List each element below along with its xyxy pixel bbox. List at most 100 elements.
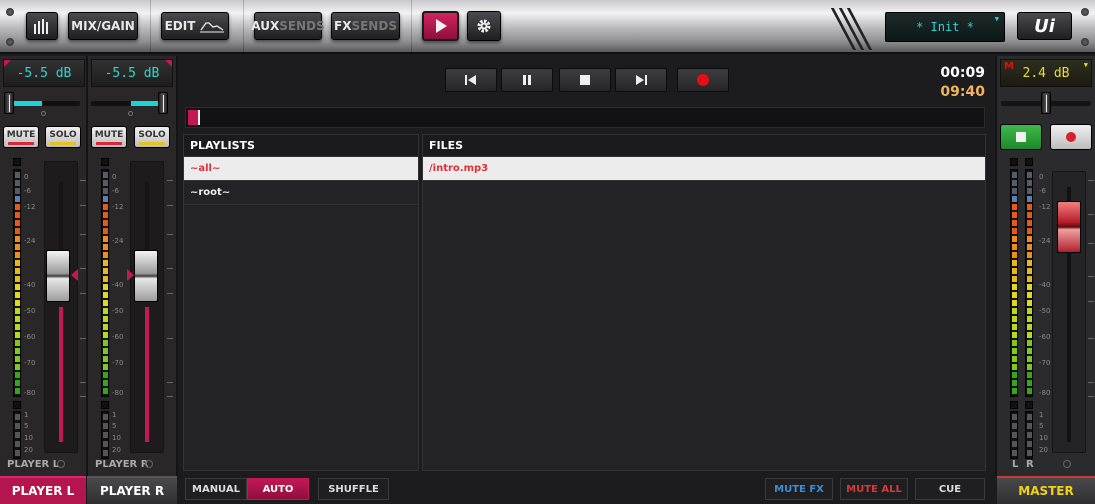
channel-level-display[interactable]: -5.5 dB [3,59,85,87]
meter-segment [1027,228,1032,234]
link-icon[interactable] [145,460,153,468]
scale-label: -6 [24,187,31,195]
balance-handle[interactable] [1041,92,1051,114]
meter-segment [1027,388,1032,394]
gr-segment [1027,441,1032,447]
scale-label: 0 [112,173,117,181]
fader-track [44,161,78,453]
channel-fader-handle[interactable] [134,250,158,302]
pause-button[interactable] [501,68,553,92]
meter-segment [1012,308,1017,314]
link-icon[interactable] [1063,460,1071,468]
master-level-display[interactable]: M 2.4 dB ▼ [1000,59,1092,87]
player-stop-button[interactable] [1000,124,1042,150]
meter-segment [103,268,108,274]
mute-indicator [96,141,122,145]
ui-logo-button[interactable]: Ui [1017,12,1072,40]
player-record-button[interactable] [1050,124,1092,150]
file-item[interactable]: /intro.mp3 [423,157,985,181]
scale-label: -6 [112,187,119,195]
mute-all-button[interactable]: MUTE ALL [840,478,908,500]
meter-segment [1027,220,1032,226]
channel-fader-handle[interactable] [46,250,70,302]
level-value: 2.4 dB [1022,65,1070,81]
meter-segment [103,172,108,178]
gr-segment [1012,423,1017,429]
pan-fill [131,101,159,106]
auto-mode-button[interactable]: AUTO [247,478,309,500]
gr-scale-label: 1 [24,411,29,419]
mute-button[interactable]: MUTE [91,126,127,148]
edit-button[interactable]: EDIT [161,12,229,40]
meter-divider [1025,401,1033,409]
cue-button[interactable]: CUE [915,478,985,500]
meter-segment [1027,372,1032,378]
meter-segment [15,364,20,370]
scale-label: -60 [1039,333,1051,341]
meter-segment [1012,332,1017,338]
mute-button[interactable]: MUTE [3,126,39,148]
preset-selector[interactable]: * Init * ▼ [885,12,1005,42]
shuffle-button[interactable]: SHUFFLE [318,478,389,500]
meter-segment [103,364,108,370]
meter-segment [103,220,108,226]
media-player-button[interactable] [422,11,459,41]
record-button[interactable] [677,68,729,92]
meter-segment [103,316,108,322]
solo-button[interactable]: SOLO [134,126,170,148]
pan-slider[interactable] [8,101,80,106]
clip-indicator-l [1010,158,1018,166]
next-track-button[interactable] [615,68,667,92]
preset-name: * Init * [916,20,974,34]
scale-label: -40 [24,281,36,289]
meter-segment [103,308,108,314]
meter-segment [103,380,108,386]
fx-sends-button[interactable]: FX SENDS [331,12,400,40]
solo-button[interactable]: SOLO [45,126,81,148]
manual-mode-button[interactable]: MANUAL [185,478,247,500]
meter-segment [1012,324,1017,330]
clip-indicator-r [1025,158,1033,166]
scale-label: -6 [1039,187,1046,195]
previous-track-button[interactable] [445,68,497,92]
mute-label: MUTE [6,129,36,140]
channel-level-display[interactable]: -5.5 dB [91,59,173,87]
pan-handle[interactable] [4,92,14,114]
pan-slider[interactable] [91,101,163,106]
meter-segment [1027,356,1032,362]
playlist-item[interactable]: ~root~ [184,181,418,205]
eq-curve-icon [200,22,225,33]
link-icon[interactable] [57,460,65,468]
meter-segment [15,308,20,314]
fader-tick [80,234,86,235]
meter-label-l: L [1012,459,1019,470]
scale-label: -24 [1039,237,1051,245]
aux-sends-button[interactable]: AUX SENDS [251,12,325,40]
pan-handle[interactable] [158,92,168,114]
scale-label: -70 [24,359,36,367]
mix-gain-button[interactable]: MIX/GAIN [68,12,138,40]
channel-tab-player-l[interactable]: PLAYER L [0,476,86,504]
meter-segment [1027,236,1032,242]
stop-button[interactable] [559,68,611,92]
meter-segment [1027,212,1032,218]
meter-segment [103,300,108,306]
channel-tab-master[interactable]: MASTER [997,476,1095,504]
channel-tab-player-r[interactable]: PLAYER R [87,476,177,504]
meter-segment [103,180,108,186]
playback-progress-bar[interactable] [185,107,985,128]
meters-view-button[interactable] [26,12,58,40]
mute-fx-button[interactable]: MUTE FX [765,478,833,500]
meter-segment [1027,292,1032,298]
meter-segment [1027,204,1032,210]
playlist-item[interactable]: ~all~ [184,157,418,181]
settings-button[interactable] [467,11,501,41]
gr-segment [15,450,20,456]
gr-segment [1012,441,1017,447]
meter-segment [1027,196,1032,202]
meter-segment [15,380,20,386]
screw [1081,38,1089,46]
master-fader-handle[interactable] [1057,201,1081,253]
channel-strip-player-l: -5.5 dB MUTE SOLO 0 -6 -12 -24 -40 -50 -60 -70 -… [0,56,88,476]
gr-segment [103,414,108,420]
